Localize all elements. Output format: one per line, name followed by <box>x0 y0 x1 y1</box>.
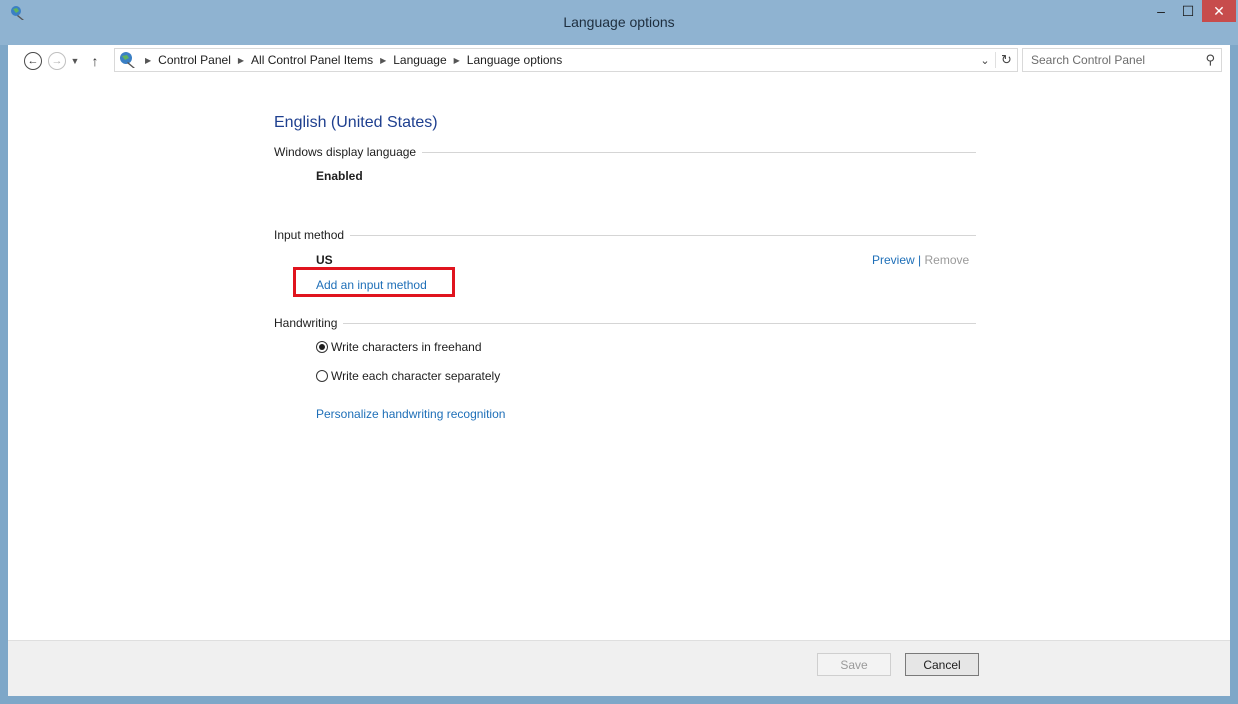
language-title: English (United States) <box>274 114 438 131</box>
up-arrow-icon[interactable]: ↑ <box>88 52 102 70</box>
address-bar[interactable]: ▶ Control Panel ▶ All Control Panel Item… <box>114 48 1018 72</box>
radio-button-icon[interactable] <box>316 341 328 353</box>
display-language-section-header: Windows display language <box>274 145 976 159</box>
remove-link[interactable]: Remove <box>925 253 970 267</box>
breadcrumb-separator-icon[interactable]: ▶ <box>145 56 151 65</box>
radio-button-icon[interactable] <box>316 370 328 382</box>
divider <box>422 151 976 153</box>
personalize-handwriting-link[interactable]: Personalize handwriting recognition <box>316 407 505 421</box>
search-box[interactable]: ⚲ <box>1022 48 1222 72</box>
cancel-button[interactable]: Cancel <box>905 653 979 676</box>
control-panel-icon <box>120 52 135 68</box>
divider <box>350 234 976 236</box>
breadcrumb-all-items[interactable]: All Control Panel Items <box>251 53 373 67</box>
breadcrumb-separator-icon[interactable]: ▶ <box>380 56 386 65</box>
input-method-section-header: Input method <box>274 228 976 242</box>
recent-locations-chevron-icon[interactable]: ▼ <box>68 52 82 70</box>
section-label: Windows display language <box>274 145 417 159</box>
divider <box>343 322 976 324</box>
address-controls: ⌄ ↻ <box>975 49 1017 71</box>
radio-write-separately[interactable]: Write each character separately <box>316 369 500 383</box>
section-label: Input method <box>274 228 345 242</box>
main-content: English (United States) Windows display … <box>8 77 1230 640</box>
breadcrumb-language-options[interactable]: Language options <box>467 53 562 67</box>
input-method-actions: Preview | Remove <box>872 253 969 267</box>
link-separator: | <box>918 253 922 267</box>
search-icon[interactable]: ⚲ <box>1205 52 1215 68</box>
save-button[interactable]: Save <box>817 653 891 676</box>
section-label: Handwriting <box>274 316 338 330</box>
add-input-method-link[interactable]: Add an input method <box>316 278 427 292</box>
breadcrumb-separator-icon[interactable]: ▶ <box>454 56 460 65</box>
radio-label[interactable]: Write characters in freehand <box>331 340 482 354</box>
input-method-name: US <box>316 253 333 267</box>
preview-link[interactable]: Preview <box>872 253 915 267</box>
minimize-button[interactable]: – <box>1148 0 1174 22</box>
navigation-bar: ← → ▼ ↑ ▶ Control Panel ▶ All Control Pa… <box>8 45 1230 77</box>
refresh-icon[interactable]: ↻ <box>995 52 1017 68</box>
window: Language options – ☐ ✕ ← → ▼ ↑ ▶ Control… <box>0 0 1238 704</box>
search-input[interactable] <box>1031 50 1201 70</box>
radio-label[interactable]: Write each character separately <box>331 369 500 383</box>
close-button[interactable]: ✕ <box>1202 0 1236 22</box>
chevron-down-icon[interactable]: ⌄ <box>975 54 995 67</box>
window-title: Language options <box>563 14 675 30</box>
breadcrumb-language[interactable]: Language <box>393 53 446 67</box>
breadcrumb-separator-icon[interactable]: ▶ <box>238 56 244 65</box>
client-area: ← → ▼ ↑ ▶ Control Panel ▶ All Control Pa… <box>8 45 1230 696</box>
footer-bar: Save Cancel <box>8 640 1230 696</box>
forward-arrow-icon[interactable]: → <box>48 52 66 70</box>
radio-write-freehand[interactable]: Write characters in freehand <box>316 340 482 354</box>
breadcrumb-control-panel[interactable]: Control Panel <box>158 53 231 67</box>
title-bar[interactable]: Language options – ☐ ✕ <box>0 0 1238 45</box>
handwriting-section-header: Handwriting <box>274 316 976 330</box>
display-language-status: Enabled <box>316 169 363 183</box>
back-arrow-icon[interactable]: ← <box>24 52 42 70</box>
maximize-button[interactable]: ☐ <box>1175 0 1201 22</box>
